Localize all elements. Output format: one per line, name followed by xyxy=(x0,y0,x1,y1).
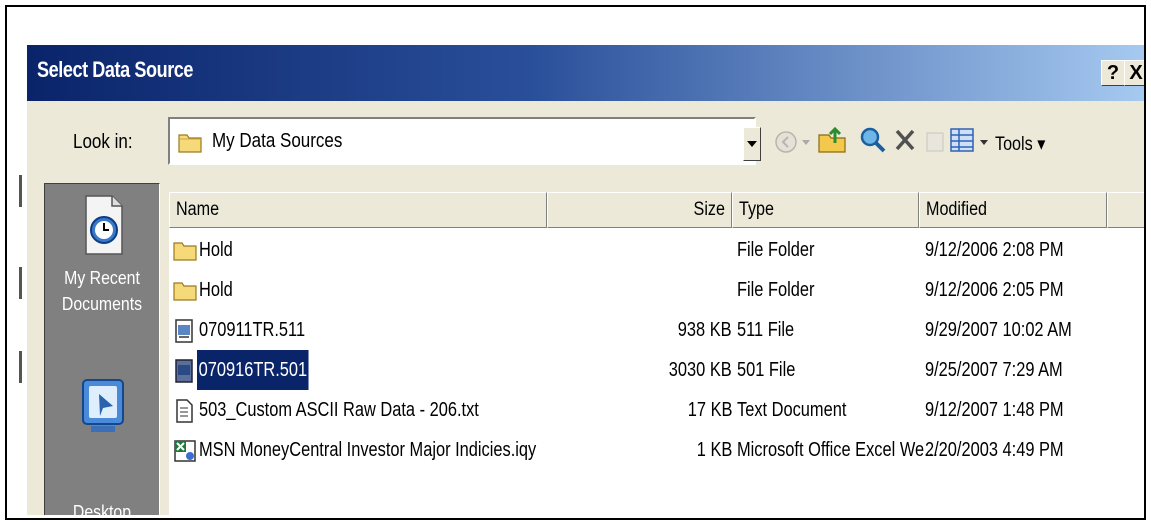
file-name: 503_Custom ASCII Raw Data - 206.txt xyxy=(199,399,479,421)
place-desktop[interactable]: Desktop xyxy=(45,374,159,515)
place-label: Documents xyxy=(61,294,143,314)
views-dropdown-icon[interactable] xyxy=(979,139,989,147)
look-in-combo[interactable]: My Data Sources xyxy=(168,117,756,165)
title-bar[interactable]: Select Data Source ? X xyxy=(27,45,1144,101)
up-one-level-icon[interactable] xyxy=(817,125,847,155)
column-header-filler xyxy=(1107,192,1144,228)
close-button[interactable]: X xyxy=(1124,60,1144,86)
file-size: 938 KB xyxy=(678,319,732,341)
file-modified: 2/20/2003 4:49 PM xyxy=(925,439,1064,461)
places-bar: My Recent Documents Desktop xyxy=(44,183,160,515)
dialog-title: Select Data Source xyxy=(37,57,194,82)
place-recent-documents[interactable]: My Recent Documents xyxy=(45,184,159,334)
file-type: File Folder xyxy=(737,239,815,261)
file-size xyxy=(547,270,732,310)
text-file-icon xyxy=(176,399,193,423)
new-folder-icon[interactable] xyxy=(925,129,945,153)
left-edge-mark xyxy=(19,267,22,299)
file-size: 1 KB xyxy=(696,439,732,461)
select-data-source-dialog: Select Data Source ? X Look in: My Data … xyxy=(27,45,1144,515)
search-web-icon[interactable] xyxy=(857,125,887,155)
data-file-icon xyxy=(175,319,193,343)
views-icon[interactable] xyxy=(949,127,975,153)
look-in-value: My Data Sources xyxy=(212,130,343,152)
place-label: My Recent xyxy=(64,268,140,288)
screenshot-frame: Select Data Source ? X Look in: My Data … xyxy=(5,5,1146,520)
column-header-type[interactable]: Type xyxy=(732,192,919,228)
file-row[interactable]: 070911TR.511 938 KB 511 File 9/29/2007 1… xyxy=(169,310,1144,350)
file-type: 511 File xyxy=(737,319,795,341)
file-modified: 9/12/2006 2:08 PM xyxy=(925,239,1064,261)
file-size: 17 KB xyxy=(687,399,732,421)
desktop-icon xyxy=(82,379,124,432)
file-row[interactable]: MSN MoneyCentral Investor Major Indicies… xyxy=(169,430,1144,470)
excel-query-icon xyxy=(174,440,196,462)
file-name: 070911TR.511 xyxy=(199,319,306,341)
data-file-icon xyxy=(175,359,193,383)
place-label: Desktop xyxy=(72,502,132,515)
folder-icon xyxy=(173,282,197,301)
file-size: 3030 KB xyxy=(669,359,732,381)
look-in-label: Look in: xyxy=(73,131,133,153)
file-modified: 9/12/2006 2:05 PM xyxy=(925,279,1064,301)
file-modified: 9/25/2007 7:29 AM xyxy=(925,359,1063,381)
file-list[interactable]: Name Size Type Modified Hold File Folder… xyxy=(169,192,1144,515)
file-list-header: Name Size Type Modified xyxy=(169,192,1144,228)
column-header-name[interactable]: Name xyxy=(169,192,547,228)
file-modified: 9/29/2007 10:02 AM xyxy=(925,319,1072,341)
help-button[interactable]: ? xyxy=(1101,60,1125,86)
file-row[interactable]: Hold File Folder 9/12/2006 2:08 PM xyxy=(169,230,1144,270)
file-type: 501 File xyxy=(737,359,796,381)
file-modified: 9/12/2007 1:48 PM xyxy=(925,399,1064,421)
recent-documents-icon xyxy=(85,195,123,255)
file-name: Hold xyxy=(199,279,233,301)
column-header-modified[interactable]: Modified xyxy=(919,192,1107,228)
file-row[interactable]: Hold File Folder 9/12/2006 2:05 PM xyxy=(169,270,1144,310)
left-edge-mark xyxy=(19,351,22,383)
back-icon[interactable] xyxy=(773,129,799,155)
file-size xyxy=(547,230,732,270)
file-type: Text Document xyxy=(737,399,847,421)
file-row[interactable]: 503_Custom ASCII Raw Data - 206.txt 17 K… xyxy=(169,390,1144,430)
folder-icon xyxy=(173,242,197,261)
file-row-selected[interactable]: 070916TR.501 3030 KB 501 File 9/25/2007 … xyxy=(169,350,1144,390)
file-name: 070916TR.501 xyxy=(197,350,333,390)
file-type: File Folder xyxy=(737,279,815,301)
tools-menu[interactable]: Tools ▾ xyxy=(995,133,1045,156)
left-edge-mark xyxy=(19,175,22,207)
column-header-size[interactable]: Size xyxy=(547,192,732,228)
back-dropdown-icon[interactable] xyxy=(801,139,811,147)
folder-icon xyxy=(178,134,202,153)
look-in-dropdown-arrow[interactable] xyxy=(743,127,761,161)
delete-icon[interactable] xyxy=(893,127,917,153)
file-name: Hold xyxy=(199,239,233,261)
